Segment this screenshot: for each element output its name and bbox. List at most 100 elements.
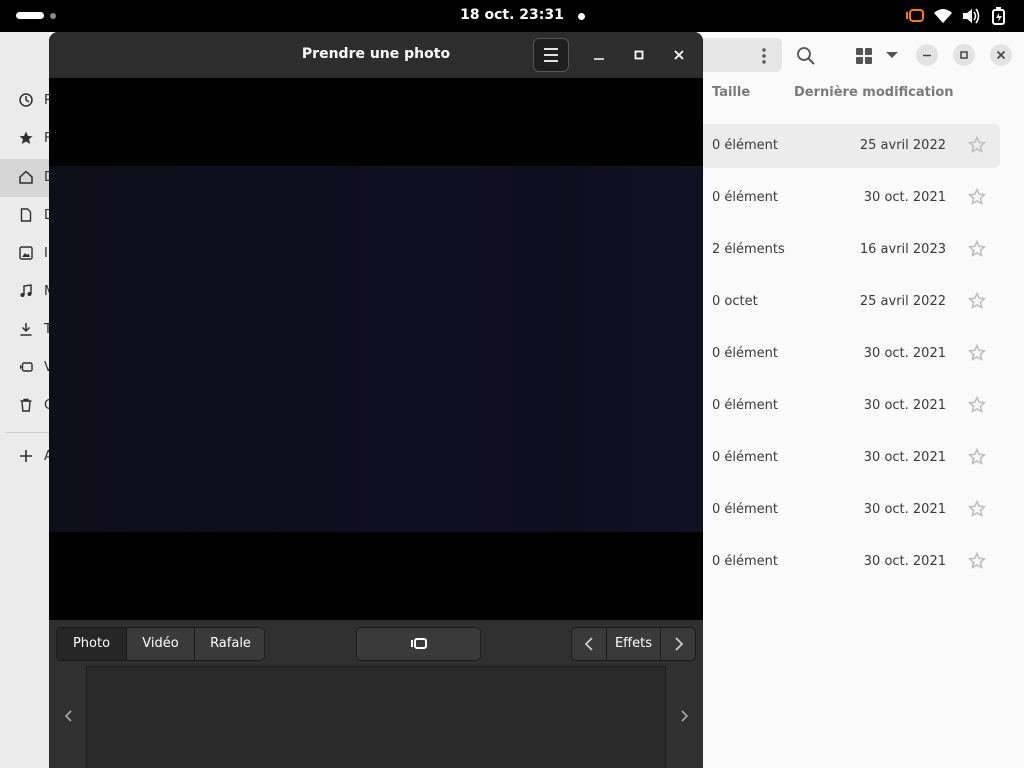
camera-icon <box>411 638 427 649</box>
mode-photo-button[interactable]: Photo <box>57 628 127 660</box>
file-row[interactable]: 0 élément 30 oct. 2021 <box>703 384 1000 428</box>
chevron-right-icon <box>675 637 684 651</box>
capture-controls: Photo Vidéo Rafale Effets <box>49 620 703 664</box>
sidebar-item-starred[interactable]: F <box>0 120 51 158</box>
document-icon <box>20 208 32 222</box>
effects-selector: Effets <box>571 627 696 661</box>
camera-header-bar[interactable]: Prendre une photo <box>49 32 703 78</box>
chevron-left-icon <box>584 637 593 651</box>
star-button[interactable] <box>967 135 987 158</box>
star-icon <box>19 131 33 144</box>
thumbnail-strip[interactable] <box>86 666 666 768</box>
search-icon[interactable] <box>796 46 816 66</box>
maximize-icon[interactable] <box>627 43 651 67</box>
sidebar: R F D D I M T V <box>0 32 55 768</box>
sidebar-item-recent[interactable]: R <box>0 82 53 120</box>
camera-in-use-icon[interactable] <box>905 7 925 25</box>
star-outline-icon <box>967 135 987 153</box>
star-outline-icon <box>967 551 987 569</box>
file-modified-date: 30 oct. 2021 <box>863 502 946 517</box>
file-row[interactable]: 0 octet 25 avril 2022 <box>703 280 1000 324</box>
battery-icon[interactable] <box>990 7 1008 25</box>
file-size: 0 élément <box>712 346 779 361</box>
image-icon <box>19 246 33 260</box>
file-row[interactable]: 2 éléments 16 avril 2023 <box>703 228 1000 272</box>
mode-video-button[interactable]: Vidéo <box>127 628 195 660</box>
volume-icon[interactable] <box>961 7 981 25</box>
sidebar-item-home[interactable]: D <box>0 159 54 197</box>
download-icon <box>20 323 32 336</box>
recent-icon <box>19 93 33 107</box>
minimize-icon <box>923 54 931 57</box>
wifi-icon[interactable] <box>933 7 953 25</box>
sidebar-item-label: I <box>44 246 48 261</box>
maximize-icon <box>960 51 968 59</box>
effects-button[interactable]: Effets <box>606 628 661 660</box>
take-photo-button[interactable] <box>356 627 481 661</box>
file-row[interactable]: 0 élément 30 oct. 2021 <box>703 176 1000 220</box>
star-button[interactable] <box>967 395 987 418</box>
sidebar-item-documents[interactable]: D <box>0 197 54 235</box>
file-modified-date: 30 oct. 2021 <box>863 190 946 205</box>
star-button[interactable] <box>967 499 987 522</box>
sidebar-item-trash[interactable]: C <box>0 387 53 425</box>
file-modified-date: 25 avril 2022 <box>859 294 946 309</box>
sidebar-item-other-locations[interactable]: A <box>0 438 53 476</box>
sidebar-item-images[interactable]: I <box>0 235 50 273</box>
star-outline-icon <box>967 239 987 257</box>
star-button[interactable] <box>967 239 987 262</box>
sidebar-item-downloads[interactable]: T <box>0 311 52 349</box>
file-modified-date: 30 oct. 2021 <box>863 450 946 465</box>
activities-indicator[interactable] <box>16 12 44 19</box>
file-size: 0 élément <box>712 398 779 413</box>
star-button[interactable] <box>967 447 987 470</box>
notification-dot <box>578 13 585 20</box>
star-button[interactable] <box>967 187 987 210</box>
chevron-right-icon[interactable] <box>676 708 692 724</box>
home-icon <box>19 170 33 184</box>
file-row[interactable]: 0 élément 30 oct. 2021 <box>703 332 1000 376</box>
file-size: 0 élément <box>712 138 779 153</box>
thumbnail-area <box>49 664 703 768</box>
music-icon <box>20 284 32 297</box>
file-size: 0 élément <box>712 450 779 465</box>
file-size: 0 élément <box>712 554 779 569</box>
grid-view-icon[interactable] <box>855 47 873 65</box>
star-outline-icon <box>967 499 987 517</box>
star-button[interactable] <box>967 343 987 366</box>
star-button[interactable] <box>967 291 987 314</box>
workspace-dot[interactable] <box>50 13 56 19</box>
file-row[interactable]: 0 élément 30 oct. 2021 <box>703 488 1000 532</box>
chevron-down-icon[interactable] <box>885 50 899 60</box>
effects-previous-button[interactable] <box>572 628 606 660</box>
file-row[interactable]: 0 élément 25 avril 2022 <box>703 124 1000 168</box>
clock[interactable]: 18 oct. 23:31 <box>440 7 584 23</box>
sidebar-item-videos[interactable]: V <box>0 349 53 387</box>
effects-next-button[interactable] <box>662 628 695 660</box>
column-header-modified[interactable]: Dernière modification <box>794 85 954 100</box>
minimize-icon[interactable] <box>587 43 611 67</box>
star-outline-icon <box>967 447 987 465</box>
file-size: 0 octet <box>712 294 758 309</box>
star-outline-icon <box>967 343 987 361</box>
file-modified-date: 25 avril 2022 <box>859 138 946 153</box>
mode-selector: Photo Vidéo Rafale <box>56 627 265 661</box>
file-modified-date: 16 avril 2023 <box>859 242 946 257</box>
main-menu-button[interactable] <box>533 38 569 72</box>
file-row[interactable]: 0 élément 30 oct. 2021 <box>703 540 1000 584</box>
file-modified-date: 30 oct. 2021 <box>863 398 946 413</box>
file-size: 0 élément <box>712 502 779 517</box>
kebab-menu-icon[interactable] <box>757 47 771 65</box>
files-close-button[interactable] <box>990 44 1012 66</box>
chevron-left-icon[interactable] <box>61 708 77 724</box>
close-icon[interactable] <box>667 43 691 67</box>
column-header-size[interactable]: Taille <box>712 85 750 100</box>
files-maximize-button[interactable] <box>953 44 975 66</box>
star-outline-icon <box>967 291 987 309</box>
star-button[interactable] <box>967 551 987 574</box>
files-minimize-button[interactable] <box>916 44 938 66</box>
sidebar-item-music[interactable]: M <box>0 273 55 311</box>
file-modified-date: 30 oct. 2021 <box>863 346 946 361</box>
file-row[interactable]: 0 élément 30 oct. 2021 <box>703 436 1000 480</box>
mode-burst-button[interactable]: Rafale <box>195 628 264 660</box>
